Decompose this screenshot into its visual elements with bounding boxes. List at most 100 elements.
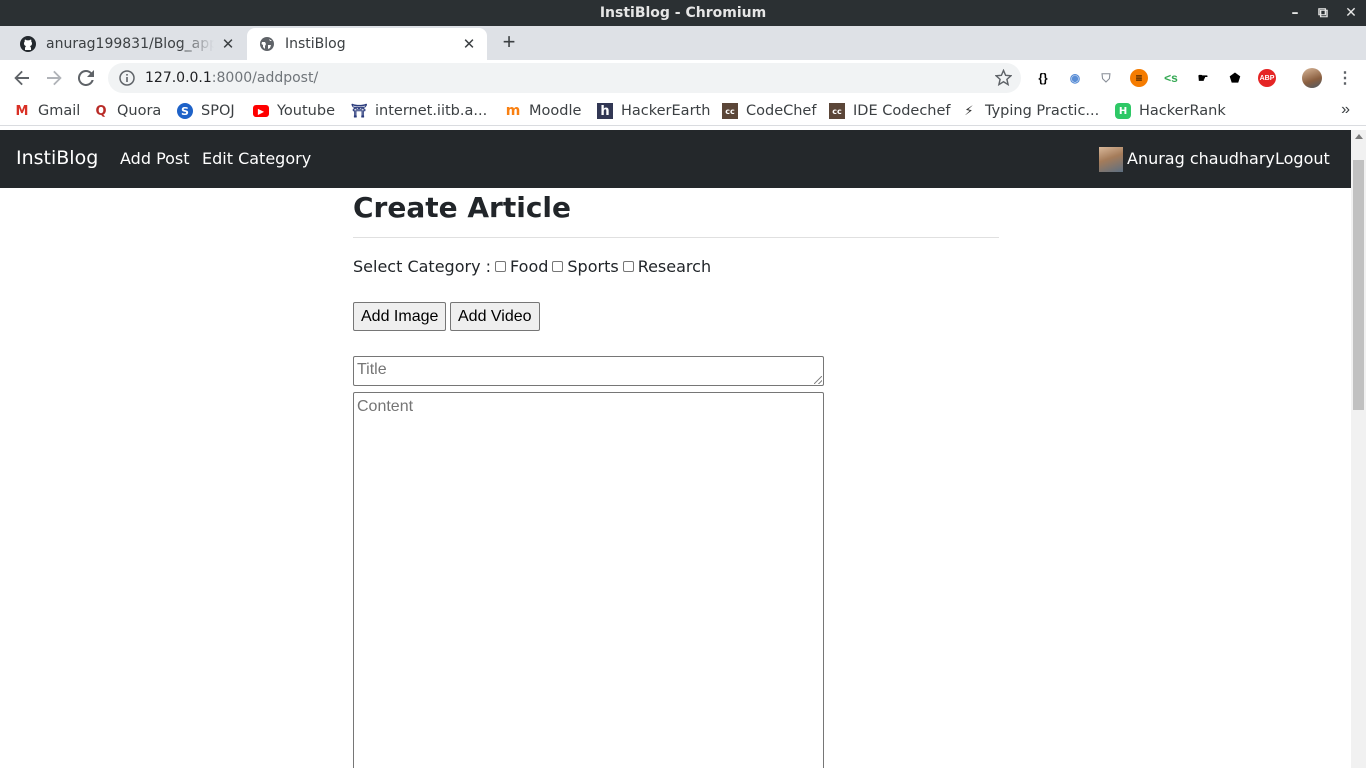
bookmark-moodle[interactable]: m Moodle: [505, 101, 582, 121]
category-label: Select Category :: [353, 257, 492, 276]
minimize-icon[interactable]: –: [1288, 5, 1302, 21]
tab-github[interactable]: anurag199831/Blog_app: ✕: [8, 28, 246, 60]
url-path: :8000/addpost/: [211, 70, 319, 86]
resize-handle-icon[interactable]: [814, 376, 822, 384]
bookmark-youtube[interactable]: ▶ Youtube: [253, 101, 335, 121]
boot-glyph: ⬟: [1229, 71, 1241, 85]
add-image-button[interactable]: Add Image: [353, 302, 447, 331]
address-bar[interactable]: 127.0.0.1:8000/addpost/: [108, 63, 1021, 93]
site-navbar: InstiBlog Add Post Edit Category Anurag …: [0, 130, 1351, 188]
content-textarea[interactable]: Content: [353, 392, 824, 768]
shield-glyph: ⛉: [1101, 70, 1111, 85]
boot-extension-icon[interactable]: ⬟: [1226, 69, 1244, 87]
window-title: InstiBlog - Chromium: [599, 5, 767, 21]
page-viewport: InstiBlog Add Post Edit Category Anurag …: [0, 130, 1351, 768]
reload-icon: [78, 70, 94, 86]
logout-link[interactable]: Logout: [1275, 149, 1330, 168]
spoj-icon: S: [177, 103, 193, 119]
forward-button[interactable]: [42, 66, 66, 90]
bookmark-star-icon[interactable]: [995, 69, 1012, 86]
page-title: Create Article: [353, 191, 572, 224]
forward-arrow-icon: [47, 70, 62, 86]
site-brand[interactable]: InstiBlog: [16, 147, 98, 169]
code-glyph: <s: [1164, 71, 1178, 85]
url-host: 127.0.0.1: [145, 70, 212, 86]
category-checkbox-sports[interactable]: [552, 261, 564, 272]
bookmark-spoj[interactable]: S SPOJ: [177, 101, 235, 121]
close-window-icon[interactable]: ✕: [1344, 5, 1358, 21]
bookmark-label: CodeChef: [746, 103, 817, 119]
bookmark-label: Moodle: [529, 103, 582, 119]
bookmark-label: Youtube: [277, 103, 335, 119]
back-button[interactable]: [10, 66, 34, 90]
user-name[interactable]: Anurag chaudhary: [1127, 149, 1275, 168]
foot-extension-icon[interactable]: ☛: [1194, 69, 1212, 87]
title-placeholder: Title: [357, 361, 387, 378]
bookmark-quora[interactable]: Q Quora: [93, 101, 161, 121]
bookmark-label: SPOJ: [201, 103, 235, 119]
lightning-icon: ⚡: [964, 103, 974, 119]
foot-glyph: ☛: [1197, 71, 1209, 85]
tab-label: InstiBlog: [285, 36, 346, 52]
category-option-research: Research: [637, 257, 712, 276]
divider: [353, 237, 999, 238]
nav-edit-category[interactable]: Edit Category: [202, 149, 311, 168]
bookmark-codechef[interactable]: cc CodeChef: [722, 101, 816, 121]
user-avatar: [1099, 147, 1123, 172]
bookmark-label: internet.iitb.a...: [375, 103, 488, 119]
bookmark-internet-iitb[interactable]: ⛩ internet.iitb.a...: [351, 101, 487, 121]
close-tab-icon[interactable]: ✕: [220, 35, 236, 53]
github-icon: [20, 36, 36, 52]
browser-toolbar: 127.0.0.1:8000/addpost/ {} ◉ ⛉ ≡ <s ☛ ⬟ …: [0, 60, 1366, 96]
window-title-bar: InstiBlog - Chromium – ⧉ ✕: [0, 0, 1366, 26]
bookmark-ide-codechef[interactable]: cc IDE Codechef: [829, 101, 951, 121]
bookmark-label: HackerRank: [1139, 103, 1226, 119]
bookmark-label: IDE Codechef: [853, 103, 951, 119]
bookmark-label: Gmail: [38, 103, 81, 119]
bookmarks-bar: M Gmail Q Quora S SPOJ ▶ Youtube ⛩ internet.i…: [0, 96, 1366, 126]
bookmark-label: Quora: [117, 103, 162, 119]
maximize-icon[interactable]: ⧉: [1316, 5, 1330, 21]
code-extension-icon[interactable]: <s: [1162, 69, 1180, 87]
close-tab-icon[interactable]: ✕: [461, 35, 477, 53]
content-placeholder: Content: [357, 398, 414, 415]
title-input[interactable]: Title: [353, 356, 824, 386]
bookmark-hackerearth[interactable]: h HackerEarth: [597, 101, 710, 121]
adblock-extension-icon[interactable]: ABP: [1258, 69, 1276, 87]
new-tab-button[interactable]: +: [500, 29, 518, 55]
category-checkbox-research[interactable]: [622, 261, 634, 272]
add-video-button[interactable]: Add Video: [450, 302, 540, 331]
glasses-extension-icon[interactable]: ◉: [1066, 69, 1084, 87]
bookmark-gmail[interactable]: M Gmail: [14, 101, 81, 121]
menu-kebab-icon[interactable]: ⋮: [1336, 69, 1354, 87]
hamburger-extension-icon[interactable]: ≡: [1130, 69, 1148, 87]
shield-extension-icon[interactable]: ⛉: [1097, 69, 1115, 87]
adblock-glyph: ABP: [1259, 74, 1275, 82]
category-option-food: Food: [510, 257, 549, 276]
bookmark-label: HackerEarth: [621, 103, 711, 119]
page-scrollbar[interactable]: [1351, 130, 1366, 768]
category-selector: Select Category : Food Sports Research: [353, 257, 711, 276]
tab-instiblog[interactable]: InstiBlog ✕: [247, 28, 487, 60]
tab-strip: anurag199831/Blog_app: ✕ InstiBlog ✕: [0, 26, 1366, 60]
youtube-icon: ▶: [253, 105, 269, 117]
braces-extension-icon[interactable]: {}: [1034, 69, 1052, 87]
globe-icon: [259, 36, 275, 52]
info-icon: [119, 70, 135, 86]
hamburger-glyph: ≡: [1135, 71, 1143, 85]
back-arrow-icon: [14, 70, 29, 86]
reload-button[interactable]: [74, 66, 98, 90]
codechef-icon: cc: [722, 103, 738, 119]
scroll-up-icon[interactable]: [1355, 134, 1363, 139]
codechef-ide-icon: cc: [829, 103, 845, 119]
category-checkbox-food[interactable]: [495, 261, 507, 272]
scrollbar-thumb[interactable]: [1353, 160, 1364, 410]
nav-add-post[interactable]: Add Post: [120, 149, 190, 168]
profile-avatar-icon[interactable]: [1302, 68, 1322, 88]
hackerearth-icon: h: [597, 103, 613, 119]
iitb-icon: ⛩: [350, 103, 368, 119]
quora-icon: Q: [95, 103, 107, 119]
bookmark-typing-practice[interactable]: ⚡ Typing Practic...: [961, 101, 1099, 121]
bookmark-hackerrank[interactable]: H HackerRank: [1115, 101, 1226, 121]
bookmarks-overflow-icon[interactable]: »: [1341, 101, 1350, 119]
